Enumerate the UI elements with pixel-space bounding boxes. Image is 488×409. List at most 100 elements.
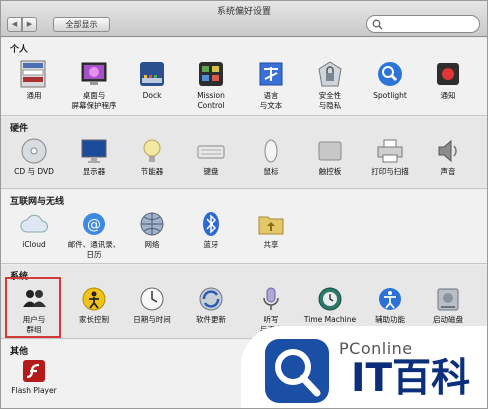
sound-icon	[438, 139, 457, 163]
forward-button[interactable]: ▶	[22, 17, 37, 32]
pconline-logo-icon	[265, 339, 329, 403]
pref-label: 共享	[263, 240, 279, 249]
pref-sharing[interactable]: 共享	[241, 210, 301, 250]
pref-keyboard[interactable]: 键盘	[181, 137, 241, 177]
pref-time-machine[interactable]: Time Machine	[300, 285, 360, 325]
pref-label: Flash Player	[11, 386, 57, 395]
cd-dvd-icon	[21, 138, 47, 164]
security-privacy-icon	[318, 61, 342, 87]
pref-label: CD 与 DVD	[14, 167, 54, 176]
section-personal: 个人 通用 桌面与 屏幕保护程序 Dock Mission Control 语言…	[1, 38, 487, 116]
icloud-icon	[20, 214, 48, 233]
pref-label: 键盘	[203, 167, 219, 176]
pref-spotlight[interactable]: Spotlight	[360, 59, 420, 101]
section-title-personal: 个人	[10, 45, 29, 55]
pref-label: Mission Control	[197, 91, 225, 110]
pref-label: Time Machine	[303, 315, 357, 324]
pref-label: iCloud	[22, 240, 46, 249]
pref-parental-controls[interactable]: 家长控制	[64, 285, 124, 325]
pref-label: 通知	[440, 91, 456, 100]
pref-mission-control[interactable]: Mission Control	[181, 59, 241, 111]
section-title-other: 其他	[10, 347, 29, 357]
pref-date-time[interactable]: 日期与时间	[122, 285, 182, 325]
pref-label: 桌面与 屏幕保护程序	[71, 91, 117, 110]
notifications-icon	[437, 63, 459, 85]
pref-bluetooth[interactable]: 蓝牙	[181, 210, 241, 250]
energy-saver-icon	[143, 139, 161, 162]
pref-label: 语言 与文本	[259, 91, 283, 110]
dock-icon	[140, 62, 164, 86]
pref-label: 触控板	[318, 167, 342, 176]
pref-mail-contacts-calendars[interactable]: @ 邮件、通讯录、 日历	[64, 210, 124, 260]
language-text-icon	[259, 62, 283, 86]
dictation-speech-icon	[263, 287, 279, 310]
back-button[interactable]: ◀	[7, 17, 22, 32]
mission-control-icon	[199, 62, 223, 86]
pref-label: 启动磁盘	[433, 315, 463, 324]
startup-disk-icon	[437, 288, 459, 311]
pref-label: Spotlight	[373, 91, 407, 100]
section-title-hardware: 硬件	[10, 124, 29, 134]
pref-mouse[interactable]: 鼠标	[241, 137, 301, 177]
pref-label: 网络	[144, 240, 160, 249]
parental-controls-icon	[82, 287, 106, 311]
svg-text:@: @	[87, 217, 101, 233]
section-internet-wireless: 互联网与无线 iCloud @ 邮件、通讯录、 日历 网络 蓝牙 共享	[1, 190, 487, 264]
pref-flash-player[interactable]: Flash Player	[4, 358, 64, 396]
date-time-icon	[140, 287, 164, 311]
search-field[interactable]	[366, 15, 480, 33]
pref-software-update[interactable]: 软件更新	[181, 285, 241, 325]
pref-accessibility[interactable]: 辅助功能	[360, 285, 420, 325]
network-icon	[140, 212, 164, 236]
mouse-icon	[264, 139, 278, 163]
spotlight-icon	[378, 62, 402, 86]
pref-icloud[interactable]: iCloud	[4, 210, 64, 250]
pref-label: Dock	[142, 91, 162, 100]
pref-dock[interactable]: Dock	[122, 59, 182, 101]
pref-energy-saver[interactable]: 节能器	[122, 137, 182, 177]
software-update-icon	[199, 287, 223, 311]
pref-label: 鼠标	[263, 167, 279, 176]
watermark-logo-text: IT百科	[351, 356, 471, 401]
general-icon	[20, 60, 46, 88]
pref-label: 蓝牙	[203, 240, 219, 249]
system-preferences-window: 系统偏好设置 ◀ ▶ 全部显示 个人 通用 桌面与 屏幕保护程序 Dock Mi…	[0, 0, 488, 409]
show-all-button[interactable]: 全部显示	[53, 17, 110, 32]
pref-label: 通用	[26, 91, 42, 100]
mail-contacts-calendars-icon: @	[83, 213, 105, 235]
pref-general[interactable]: 通用	[4, 59, 64, 101]
print-scan-icon	[377, 139, 403, 163]
pref-network[interactable]: 网络	[122, 210, 182, 250]
flash-player-icon	[23, 360, 45, 382]
pref-notifications[interactable]: 通知	[418, 59, 478, 101]
highlight-box	[5, 277, 61, 338]
sharing-icon	[258, 216, 284, 235]
section-title-internet: 互联网与无线	[10, 197, 65, 207]
pref-label: 家长控制	[79, 315, 109, 324]
pref-displays[interactable]: 显示器	[64, 137, 124, 177]
keyboard-icon	[197, 145, 225, 159]
pref-desktop-screensaver[interactable]: 桌面与 屏幕保护程序	[64, 59, 124, 111]
pref-startup-disk[interactable]: 启动磁盘	[418, 285, 478, 325]
section-hardware: 硬件 CD 与 DVD 显示器 节能器 键盘 鼠标 触控板 打印与扫描 声音	[1, 117, 487, 189]
pref-label: 显示器	[82, 167, 106, 176]
pref-label: 日期与时间	[133, 315, 171, 324]
bluetooth-icon	[203, 212, 219, 236]
pref-language-text[interactable]: 语言 与文本	[241, 59, 301, 111]
displays-icon	[81, 139, 107, 163]
pref-sound[interactable]: 声音	[418, 137, 478, 177]
pref-label: 辅助功能	[375, 315, 405, 324]
pref-print-scan[interactable]: 打印与扫描	[360, 137, 420, 177]
window-titlebar: 系统偏好设置 ◀ ▶ 全部显示	[1, 1, 487, 37]
pref-cd-dvd[interactable]: CD 与 DVD	[4, 137, 64, 177]
pref-trackpad[interactable]: 触控板	[300, 137, 360, 177]
desktop-screensaver-icon	[81, 62, 107, 85]
trackpad-icon	[318, 141, 342, 161]
time-machine-icon	[318, 287, 342, 311]
pref-label: 邮件、通讯录、 日历	[67, 240, 121, 259]
search-icon	[372, 19, 383, 30]
pref-label: 节能器	[140, 167, 164, 176]
pref-label: 打印与扫描	[371, 167, 409, 176]
pref-label: 软件更新	[196, 315, 226, 324]
pref-security-privacy[interactable]: 安全性 与隐私	[300, 59, 360, 111]
